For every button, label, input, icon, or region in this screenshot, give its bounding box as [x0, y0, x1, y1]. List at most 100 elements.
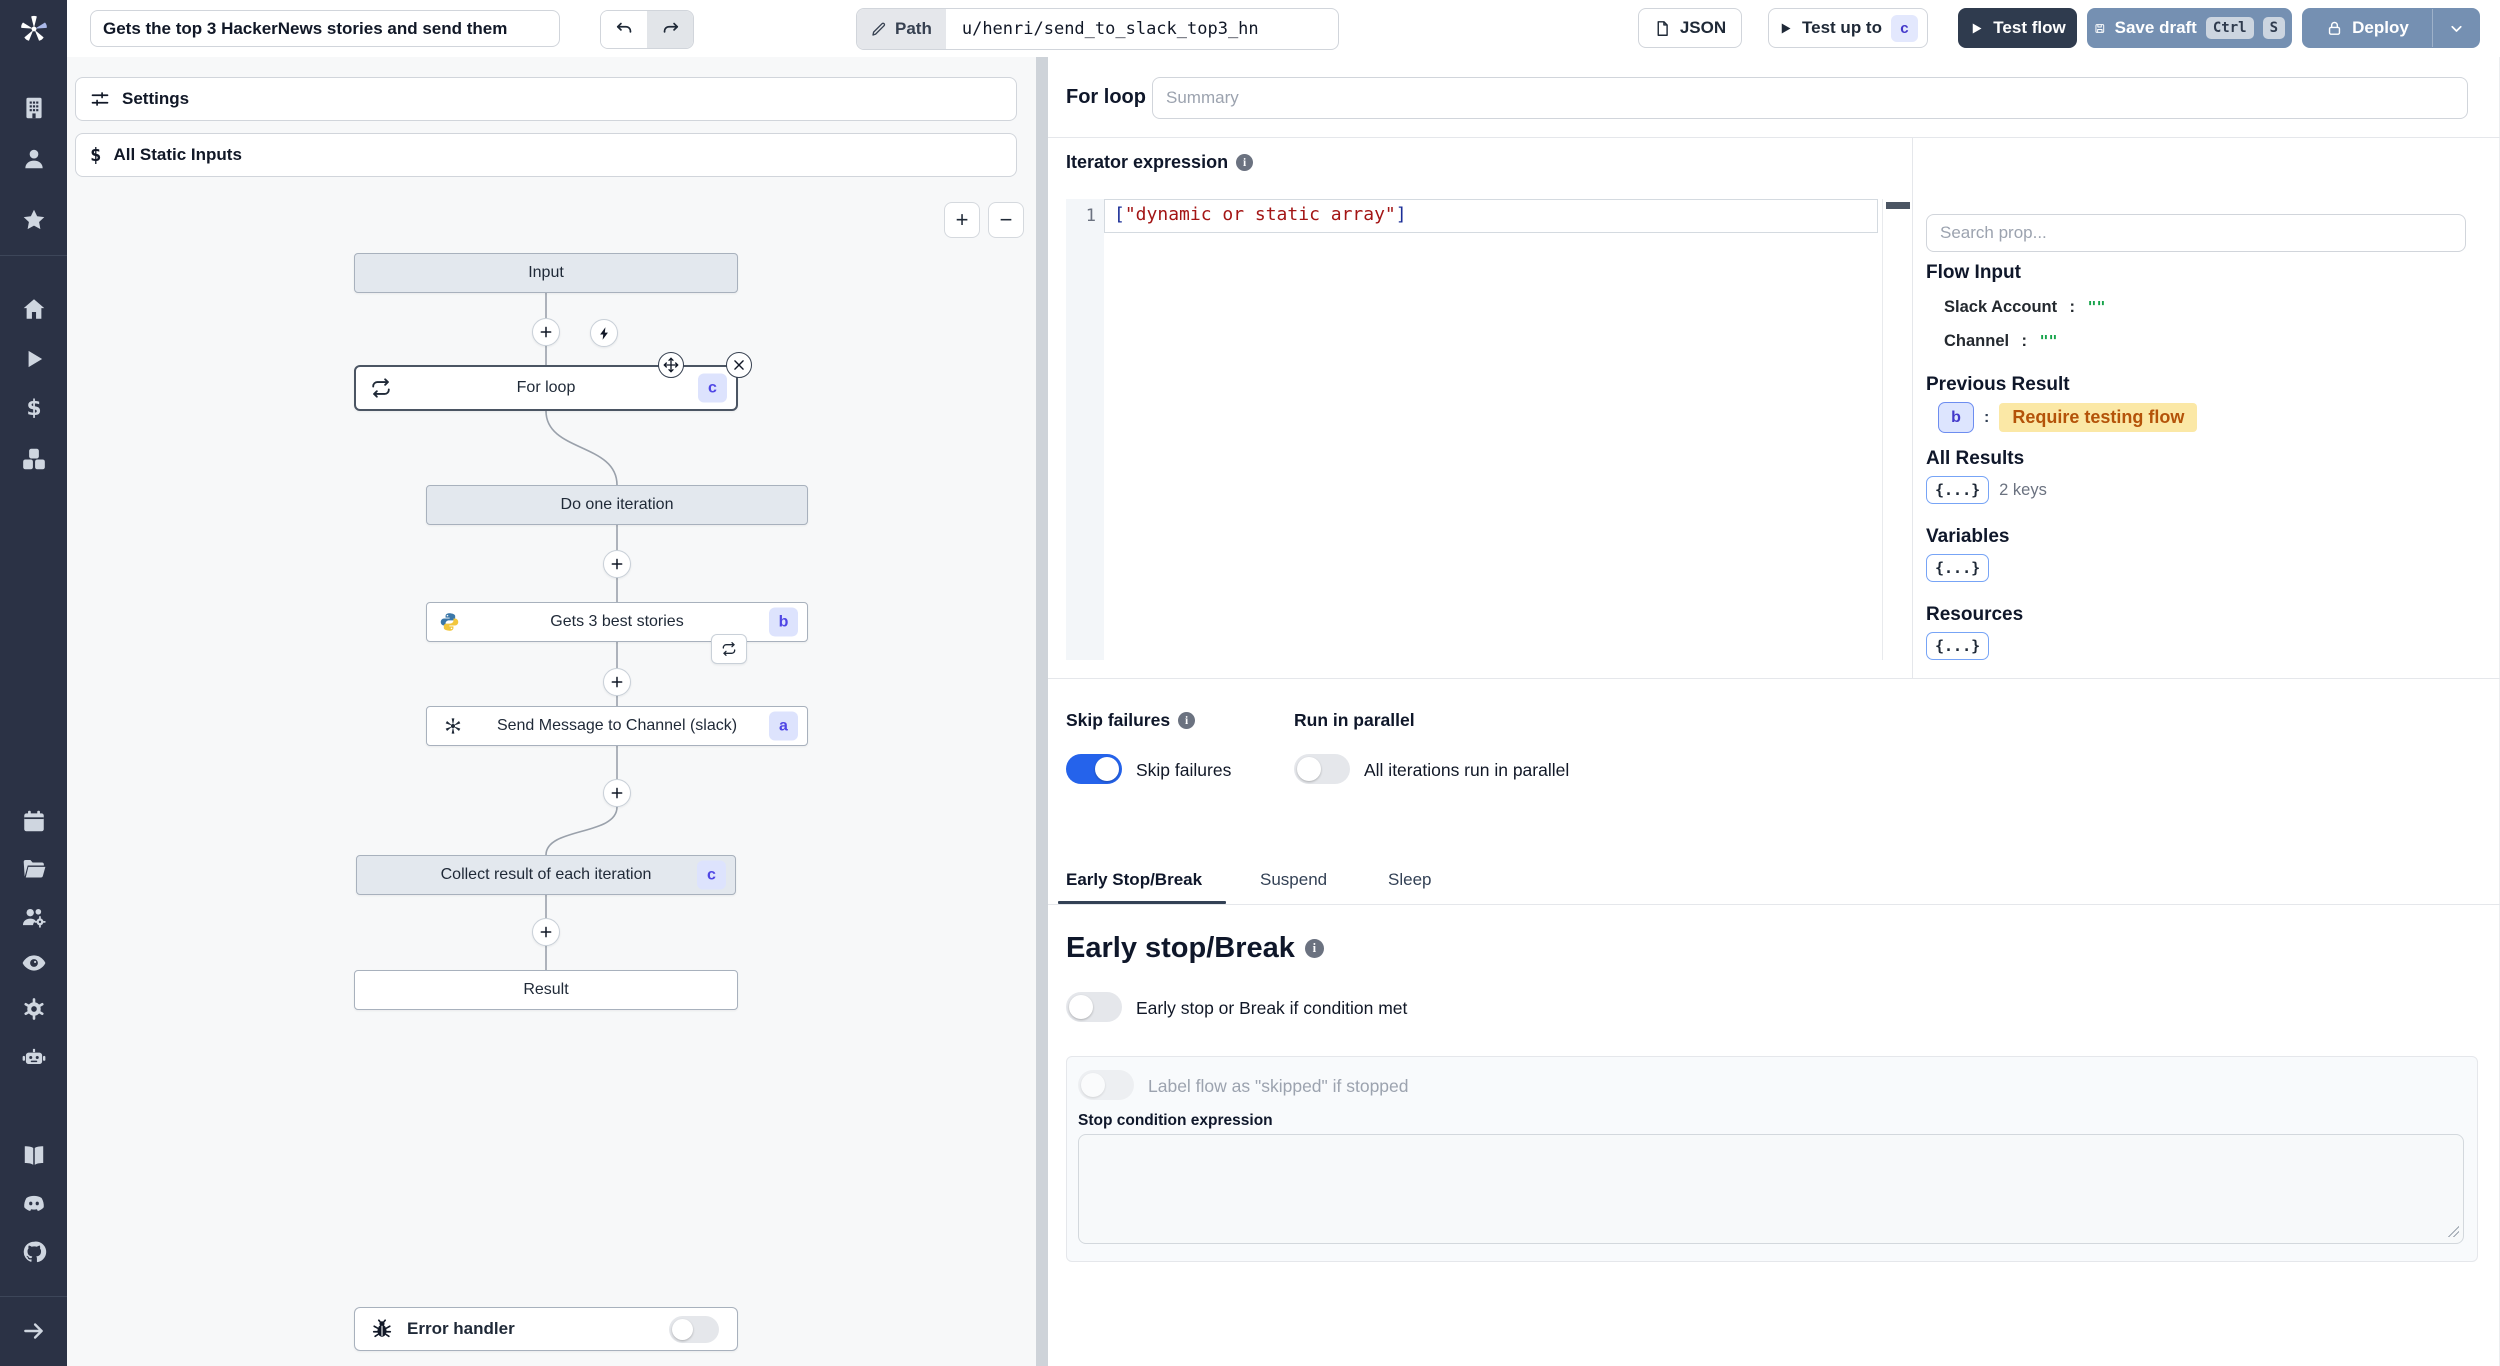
sidebar-item-github[interactable]: [21, 1239, 47, 1265]
skip-failures-toggle[interactable]: [1066, 754, 1122, 784]
kbd-s: S: [2262, 17, 2285, 39]
info-icon[interactable]: i: [1178, 712, 1196, 729]
cubes-icon: [22, 448, 45, 470]
redo-icon: [663, 22, 678, 33]
sidebar-item-groups[interactable]: [21, 904, 47, 930]
minimap-thumb[interactable]: [1886, 202, 1910, 209]
add-step-button[interactable]: [603, 668, 631, 696]
flow-settings-button[interactable]: Settings: [75, 77, 1017, 121]
windmill-script-icon: [443, 716, 463, 736]
repeat-icon: [370, 377, 392, 399]
path-group[interactable]: Path u/henri/send_to_slack_top3_hn: [856, 8, 1339, 50]
step-ref-badge[interactable]: b: [1938, 402, 1974, 433]
node-send-message-slack[interactable]: Send Message to Channel (slack) a: [426, 706, 808, 746]
arrow-right-icon: [23, 1323, 43, 1339]
sidebar-item-ai[interactable]: [21, 1044, 47, 1070]
add-step-button[interactable]: [532, 918, 560, 946]
sidebar-item-schedules[interactable]: [21, 808, 47, 834]
move-node-button[interactable]: [658, 352, 684, 378]
deploy-split-button: Deploy: [2302, 8, 2480, 48]
prop-row[interactable]: Slack Account : "": [1944, 298, 2106, 317]
error-handler-label: Error handler: [407, 1319, 515, 1338]
static-inputs-button[interactable]: $ All Static Inputs: [75, 133, 1017, 177]
error-handler-toggle[interactable]: [669, 1315, 719, 1343]
step-id-badge: c: [697, 860, 726, 890]
sidebar-item-settings[interactable]: [21, 996, 47, 1022]
resources-row: {...}: [1926, 632, 1990, 660]
json-button[interactable]: JSON: [1638, 8, 1742, 48]
section-divider: [1048, 137, 2500, 138]
node-gets-3-best-stories[interactable]: Gets 3 best stories b: [426, 602, 808, 664]
object-expand-chip[interactable]: {...}: [1926, 554, 1990, 582]
node-collect-result[interactable]: Collect result of each iteration c: [356, 855, 736, 895]
sidebar-item-variables[interactable]: $: [21, 395, 47, 421]
node-label: Collect result of each iteration: [440, 866, 652, 883]
iterator-code-editor[interactable]: 1 ["dynamic or static array"]: [1066, 199, 1910, 660]
object-expand-chip[interactable]: {...}: [1926, 476, 1990, 504]
sidebar-item-docs[interactable]: [21, 1143, 47, 1169]
save-draft-button[interactable]: Save draft Ctrl S: [2087, 8, 2292, 48]
early-stop-toggle[interactable]: [1066, 992, 1122, 1022]
add-step-button[interactable]: [532, 318, 560, 346]
prop-row[interactable]: Channel : "": [1944, 332, 2058, 351]
node-result[interactable]: Result: [354, 970, 738, 1010]
tab-suspend[interactable]: Suspend: [1260, 870, 1327, 890]
sidebar-expand-button[interactable]: [21, 1318, 47, 1344]
sidebar-item-workspace[interactable]: [21, 95, 47, 121]
bug-icon: [371, 1318, 393, 1340]
iterator-expression-heading: Iterator expression i: [1066, 152, 1254, 173]
restart-from-step-button[interactable]: [711, 634, 747, 664]
sidebar-item-home[interactable]: [21, 296, 47, 322]
undo-button[interactable]: [601, 11, 647, 48]
panel-splitter[interactable]: [1036, 57, 1048, 1366]
test-up-to-button[interactable]: Test up to c: [1768, 8, 1928, 48]
play-icon: [1973, 23, 1982, 33]
object-expand-chip[interactable]: {...}: [1926, 632, 1990, 660]
tab-early-stop-break[interactable]: Early Stop/Break: [1066, 870, 1202, 890]
sidebar-item-resources[interactable]: [21, 446, 47, 472]
summary-input[interactable]: [1152, 77, 2468, 119]
colon: :: [1984, 408, 1990, 426]
zoom-out-button[interactable]: −: [988, 202, 1024, 238]
building-icon: [25, 97, 42, 119]
deploy-label: Deploy: [2352, 18, 2409, 37]
run-in-parallel-toggle[interactable]: [1294, 754, 1350, 784]
sidebar-item-audit-logs[interactable]: [21, 950, 47, 976]
textarea-resize-handle[interactable]: [2448, 1226, 2459, 1237]
search-prop-input[interactable]: [1926, 214, 2466, 252]
skipped-label-toggle[interactable]: [1078, 1070, 1134, 1100]
star-icon: [23, 209, 44, 230]
zoom-in-button[interactable]: +: [944, 202, 980, 238]
deploy-dropdown-button[interactable]: [2433, 9, 2479, 47]
json-button-label: JSON: [1679, 18, 1727, 37]
windmill-logo[interactable]: [0, 0, 67, 58]
tab-sleep[interactable]: Sleep: [1388, 870, 1431, 890]
skipped-label-toggle-label: Label flow as "skipped" if stopped: [1148, 1076, 1409, 1096]
stop-condition-textarea[interactable]: [1078, 1134, 2464, 1244]
sidebar-item-folders[interactable]: [21, 856, 47, 882]
info-icon[interactable]: i: [1236, 154, 1254, 171]
node-label: Result: [523, 981, 569, 998]
node-input[interactable]: Input: [354, 253, 738, 293]
sidebar-item-user[interactable]: [21, 146, 47, 172]
delete-node-button[interactable]: [726, 352, 752, 378]
sidebar-item-favorites[interactable]: [21, 207, 47, 233]
deploy-button[interactable]: Deploy: [2303, 9, 2432, 47]
redo-button[interactable]: [647, 11, 693, 48]
undo-redo-group: [600, 10, 694, 49]
error-handler-node[interactable]: Error handler: [354, 1307, 738, 1351]
node-do-one-iteration[interactable]: Do one iteration: [426, 485, 808, 525]
test-up-to-step-badge: c: [1890, 14, 1918, 42]
add-step-button[interactable]: [603, 779, 631, 807]
sidebar-item-runs[interactable]: [21, 346, 47, 372]
sidebar-item-discord[interactable]: [21, 1191, 47, 1217]
book-icon: [24, 1146, 43, 1165]
test-flow-button[interactable]: Test flow: [1958, 8, 2077, 48]
info-icon[interactable]: i: [1304, 939, 1324, 958]
path-value: u/henri/send_to_slack_top3_hn: [961, 19, 1259, 39]
add-trigger-button[interactable]: [590, 319, 618, 347]
lightning-icon: [599, 326, 608, 340]
add-step-button[interactable]: [603, 550, 631, 578]
lock-icon: [2328, 21, 2341, 35]
flow-title-input[interactable]: [90, 10, 560, 47]
